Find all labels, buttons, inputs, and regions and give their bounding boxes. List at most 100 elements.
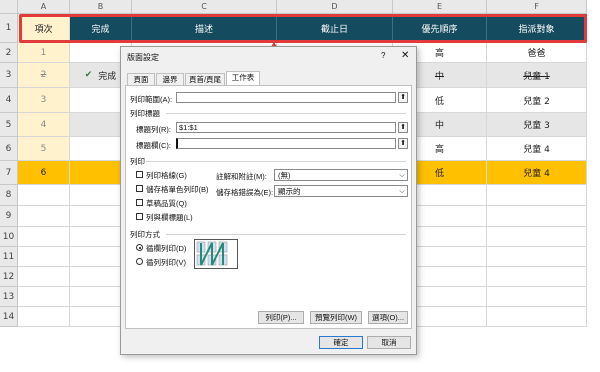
select-all-corner[interactable]: [0, 0, 18, 14]
down-then-over-label: 循欄列印(D): [146, 244, 187, 253]
cell-a3[interactable]: 2: [18, 63, 70, 88]
row-header-1[interactable]: 1: [0, 14, 18, 43]
close-icon[interactable]: ✕: [401, 50, 409, 61]
cell-f3[interactable]: 兒童 1: [487, 63, 587, 88]
cell-a10[interactable]: [18, 227, 70, 247]
black-white-label: 儲存格單色列印(B): [146, 185, 209, 194]
cell-a8[interactable]: [18, 185, 70, 206]
tab-sheet[interactable]: 工作表: [226, 71, 260, 85]
row-header-3[interactable]: 3: [0, 63, 18, 88]
cell-f14[interactable]: [487, 307, 587, 327]
divider: [146, 161, 406, 162]
down-then-over-radio[interactable]: [136, 244, 143, 251]
cols-to-repeat-label: 標題欄(C):: [136, 141, 171, 150]
gridlines-checkbox[interactable]: [136, 171, 143, 178]
print-titles-heading: 列印標題: [130, 109, 160, 118]
draft-quality-checkbox[interactable]: [136, 199, 143, 206]
chevron-down-icon: ⌵: [399, 172, 405, 179]
column-header-e[interactable]: E: [393, 0, 487, 14]
cell-f7[interactable]: 兒童 4: [487, 161, 587, 185]
black-white-checkbox[interactable]: [136, 185, 143, 192]
row-header-11[interactable]: 11: [0, 247, 18, 267]
column-header-c[interactable]: C: [132, 0, 277, 14]
row-col-headings-label: 列與欄標題(L): [146, 213, 193, 222]
cell-a2[interactable]: 1: [18, 43, 70, 63]
row-col-headings-checkbox[interactable]: [136, 213, 143, 220]
print-area-label: 列印範圍(A):: [130, 95, 173, 104]
cell-f8[interactable]: [487, 185, 587, 206]
cell-errors-select[interactable]: 顯示的 ⌵: [274, 185, 408, 197]
row-header-5[interactable]: 5: [0, 113, 18, 137]
divider: [166, 234, 406, 235]
cols-to-repeat-input[interactable]: [176, 138, 396, 149]
tab-margins[interactable]: 邊界: [156, 73, 184, 85]
sheet-tab-panel: 列印範圍(A): ⬆ 列印標題 標題列(R): $1:$1 ⬆ 標題欄(C): …: [125, 85, 412, 329]
cell-f5[interactable]: 兒童 3: [487, 113, 587, 137]
cell-f10[interactable]: [487, 227, 587, 247]
header-row-highlight: [19, 14, 587, 43]
page-order-heading: 列印方式: [130, 230, 160, 239]
column-header-f[interactable]: F: [487, 0, 587, 14]
cell-a5[interactable]: 4: [18, 113, 70, 137]
cancel-button[interactable]: 取消: [367, 336, 411, 349]
check-icon: ✔: [84, 70, 93, 80]
column-header-a[interactable]: A: [18, 0, 70, 14]
print-button[interactable]: 列印(P)...: [258, 311, 304, 324]
row-header-4[interactable]: 4: [0, 88, 18, 113]
gridlines-label: 列印格線(G): [146, 171, 187, 180]
chevron-down-icon: ⌵: [399, 188, 405, 195]
print-area-input[interactable]: [176, 92, 396, 103]
cell-a12[interactable]: [18, 267, 70, 287]
cell-f6[interactable]: 兒童 4: [487, 137, 587, 161]
over-then-down-label: 循列列印(V): [146, 258, 186, 267]
print-section-heading: 列印: [130, 157, 145, 166]
tab-header-footer[interactable]: 頁首/頁尾: [185, 73, 225, 85]
comments-label: 註解和附註(M):: [216, 172, 267, 181]
row-header-9[interactable]: 9: [0, 206, 18, 227]
cell-errors-value: 顯示的: [278, 187, 301, 196]
row-header-10[interactable]: 10: [0, 227, 18, 247]
cell-a4[interactable]: 3: [18, 88, 70, 113]
help-button[interactable]: ?: [381, 51, 385, 60]
print-preview-button[interactable]: 預覽列印(W): [310, 311, 362, 324]
ok-button[interactable]: 確定: [319, 336, 363, 349]
status-text: 完成: [98, 71, 117, 82]
tab-page[interactable]: 頁面: [127, 73, 155, 85]
cell-f11[interactable]: [487, 247, 587, 267]
cell-a13[interactable]: [18, 287, 70, 307]
row-header-12[interactable]: 12: [0, 267, 18, 287]
cell-a14[interactable]: [18, 307, 70, 327]
page-setup-dialog: 版面設定 ? ✕ 頁面 邊界 頁首/頁尾 工作表 列印範圍(A): ⬆ 列印標題…: [120, 46, 417, 355]
row-header-13[interactable]: 13: [0, 287, 18, 307]
cell-f9[interactable]: [487, 206, 587, 227]
over-then-down-radio[interactable]: [136, 258, 143, 265]
row-header-7[interactable]: 7: [0, 161, 18, 185]
cols-collapse-icon[interactable]: ⬆: [398, 138, 408, 149]
rows-collapse-icon[interactable]: ⬆: [398, 122, 408, 133]
dialog-title: 版面設定: [127, 53, 159, 62]
row-header-2[interactable]: 2: [0, 43, 18, 63]
column-header-d[interactable]: D: [277, 0, 393, 14]
row-header-6[interactable]: 6: [0, 137, 18, 161]
page-order-preview-icon: [194, 239, 238, 269]
rows-to-repeat-input[interactable]: $1:$1: [176, 122, 396, 133]
print-area-collapse-icon[interactable]: ⬆: [398, 92, 408, 103]
cell-a11[interactable]: [18, 247, 70, 267]
cell-a9[interactable]: [18, 206, 70, 227]
row-header-14[interactable]: 14: [0, 307, 18, 327]
cell-f2[interactable]: 爸爸: [487, 43, 587, 63]
options-button[interactable]: 選項(O)...: [368, 311, 408, 324]
cell-f4[interactable]: 兒童 2: [487, 88, 587, 113]
column-header-b[interactable]: B: [70, 0, 132, 14]
cell-a7[interactable]: 6: [18, 161, 70, 185]
draft-quality-label: 草稿品質(Q): [146, 199, 187, 208]
comments-select[interactable]: (無) ⌵: [274, 169, 408, 181]
comments-value: (無): [278, 171, 291, 180]
rows-to-repeat-label: 標題列(R):: [136, 125, 171, 134]
cell-f13[interactable]: [487, 287, 587, 307]
cell-f12[interactable]: [487, 267, 587, 287]
cell-a6[interactable]: 5: [18, 137, 70, 161]
row-header-8[interactable]: 8: [0, 185, 18, 206]
divider: [166, 113, 406, 114]
cell-errors-label: 儲存格錯誤為(E):: [216, 188, 274, 197]
